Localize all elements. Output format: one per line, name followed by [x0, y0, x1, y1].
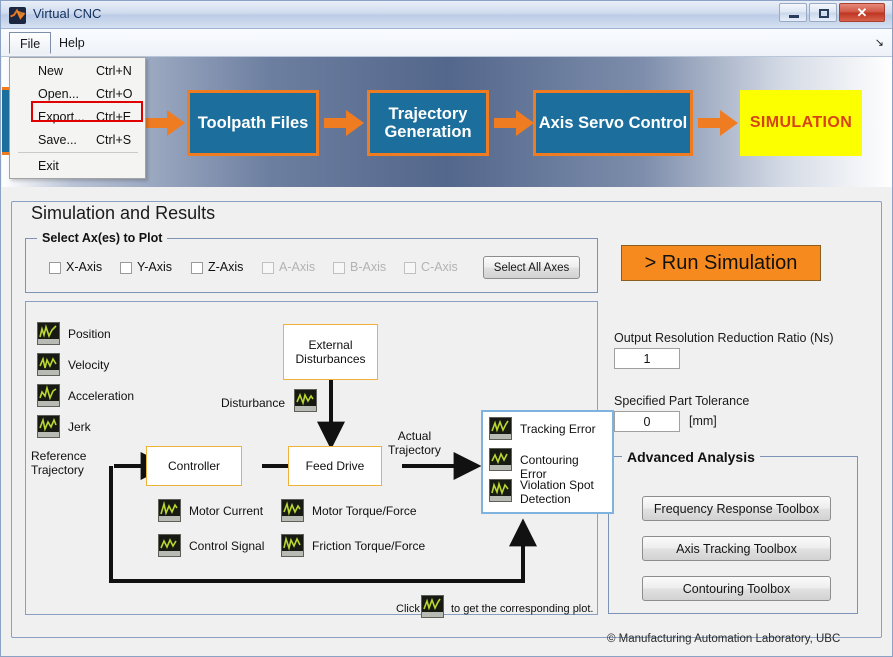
menu-item-label: Open... [38, 87, 79, 101]
menu-help[interactable]: Help [49, 32, 95, 54]
part-tolerance-unit: [mm] [689, 414, 717, 428]
label-control-signal: Control Signal [189, 539, 265, 553]
label-motor-torque-force: Motor Torque/Force [312, 504, 417, 518]
hint-suffix: to get the corresponding plot. [451, 603, 594, 615]
maximize-button[interactable] [809, 3, 837, 22]
select-all-axes-button[interactable]: Select All Axes [483, 256, 580, 279]
menu-item-accel: Ctrl+S [96, 133, 132, 147]
label-velocity: Velocity [68, 358, 110, 372]
flow-arrow-1 [145, 107, 185, 137]
plot-icon-disturbance[interactable] [294, 389, 317, 412]
axis-tracking-toolbox-button[interactable]: Axis Tracking Toolbox [642, 536, 831, 561]
menu-item-accel: Ctrl+O [96, 87, 133, 101]
menu-item-exit[interactable]: Exit [11, 156, 146, 177]
checkbox-label: X-Axis [66, 260, 103, 274]
advanced-analysis-title: Advanced Analysis [622, 449, 760, 465]
label-acceleration: Acceleration [68, 389, 135, 403]
application-window: Virtual CNC ✕ File Help ↘ Toolpath Files… [0, 0, 893, 657]
frequency-response-toolbox-button[interactable]: Frequency Response Toolbox [642, 496, 831, 521]
flow-block-toolpath-files: Toolpath Files [187, 90, 319, 156]
label-reference-trajectory: Reference Trajectory [31, 449, 87, 477]
flow-block-simulation: SIMULATION [740, 90, 862, 156]
part-tolerance-input[interactable]: 0 [614, 411, 680, 432]
checkbox-label: Z-Axis [208, 260, 244, 274]
label-position: Position [68, 327, 111, 341]
contouring-toolbox-button[interactable]: Contouring Toolbox [642, 576, 831, 601]
label-motor-current: Motor Current [189, 504, 264, 518]
minimize-icon [789, 15, 799, 18]
page-title: Simulation and Results [25, 203, 222, 224]
menu-item-label: Exit [38, 159, 59, 173]
label-jerk: Jerk [68, 420, 91, 434]
label-actual-trajectory: Actual Trajectory [388, 429, 441, 457]
part-tolerance-label: Specified Part Tolerance [614, 394, 750, 408]
label-disturbance: Disturbance [221, 396, 286, 410]
menu-item-label: Save... [38, 133, 77, 147]
maximize-icon [819, 9, 829, 18]
label-violation-spot-detection: Violation Spot Detection [520, 478, 594, 506]
checkbox-box [120, 262, 132, 274]
output-resolution-input[interactable]: 1 [614, 348, 680, 369]
menu-item-new[interactable]: New Ctrl+N [11, 61, 146, 82]
checkbox-box [262, 262, 274, 274]
checkbox-label: B-Axis [350, 260, 387, 274]
plot-icon-motor-torque[interactable] [281, 499, 304, 522]
plot-icon-contouring-error[interactable] [489, 448, 512, 471]
checkbox-box [333, 262, 345, 274]
plot-icon-position[interactable] [37, 322, 60, 345]
menu-item-save[interactable]: Save... Ctrl+S [11, 130, 146, 151]
checkbox-box [49, 262, 61, 274]
block-external-disturbances: External Disturbances [283, 324, 378, 380]
plot-icon-velocity[interactable] [37, 353, 60, 376]
menu-file[interactable]: File [9, 32, 52, 54]
plot-icon-tracking-error[interactable] [489, 417, 512, 440]
close-icon: ✕ [856, 5, 868, 20]
plot-icon-violation-spot-detection[interactable] [489, 479, 512, 502]
checkbox-label: A-Axis [279, 260, 316, 274]
flow-block-axis-servo-control: Axis Servo Control [533, 90, 693, 156]
label-friction-torque-force: Friction Torque/Force [312, 539, 426, 553]
plot-icon-jerk[interactable] [37, 415, 60, 438]
output-resolution-label: Output Resolution Reduction Ratio (Ns) [614, 331, 834, 345]
axes-select-title: Select Ax(es) to Plot [37, 231, 168, 245]
checkbox-label: Y-Axis [137, 260, 172, 274]
checkbox-box [404, 262, 416, 274]
flow-arrow-4 [698, 107, 738, 137]
menu-separator [18, 152, 138, 153]
hint-prefix: Click [396, 603, 420, 615]
plot-icon-control-signal[interactable] [158, 534, 181, 557]
window-title: Virtual CNC [33, 6, 102, 21]
block-controller: Controller [146, 446, 242, 486]
checkbox-label: C-Axis [421, 260, 458, 274]
run-simulation-button[interactable]: > Run Simulation [621, 245, 821, 281]
expand-arrow-icon[interactable]: ↘ [875, 36, 884, 49]
copyright-text: © Manufacturing Automation Laboratory, U… [607, 633, 841, 645]
plot-icon-acceleration[interactable] [37, 384, 60, 407]
menu-bar: File Help ↘ [1, 29, 892, 57]
title-bar: Virtual CNC ✕ [1, 1, 892, 29]
block-feed-drive: Feed Drive [288, 446, 382, 486]
flow-arrow-3 [494, 107, 534, 137]
flow-block-trajectory-generation: Trajectory Generation [367, 90, 489, 156]
label-tracking-error: Tracking Error [520, 422, 596, 436]
plot-icon-motor-current[interactable] [158, 499, 181, 522]
menu-item-label: New [38, 64, 64, 78]
checkbox-box [191, 262, 203, 274]
export-highlight-rectangle [31, 101, 143, 122]
flow-arrow-2 [324, 107, 364, 137]
close-button[interactable]: ✕ [839, 3, 885, 22]
plot-icon-hint [421, 595, 444, 618]
menu-item-accel: Ctrl+N [96, 64, 132, 78]
block-diagram-panel: Position Velocity Acceleration Jerk Refe… [25, 301, 614, 618]
matlab-icon [9, 7, 26, 24]
plot-icon-friction-torque[interactable] [281, 534, 304, 557]
minimize-button[interactable] [779, 3, 807, 22]
